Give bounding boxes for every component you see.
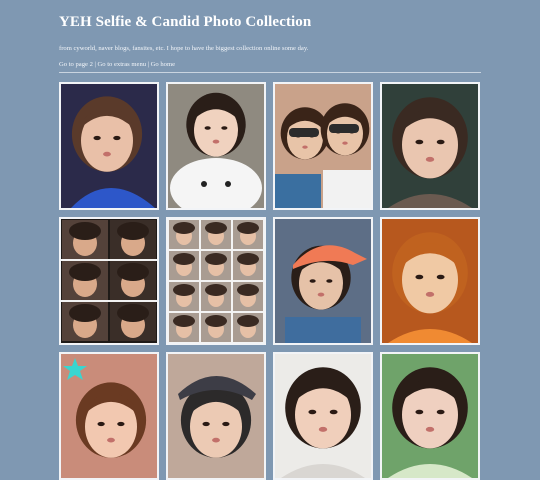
- page-title: YEH Selfie & Candid Photo Collection: [59, 14, 312, 30]
- photo-image: [275, 354, 371, 478]
- photo-5-thumbnail[interactable]: [59, 217, 159, 345]
- photo-image: [382, 219, 478, 343]
- photo-2-thumbnail[interactable]: [166, 82, 266, 210]
- page-header: YEH Selfie & Candid Photo Collection fro…: [59, 14, 484, 68]
- photo-1-thumbnail[interactable]: [59, 82, 159, 210]
- photo-7-thumbnail[interactable]: [273, 217, 373, 345]
- go-home-link[interactable]: Go home: [151, 61, 175, 68]
- photo-4-thumbnail[interactable]: [380, 82, 480, 210]
- header-divider: [59, 72, 481, 73]
- photo-image: [61, 219, 157, 343]
- photo-image: [382, 354, 478, 478]
- go-to-page-2-link[interactable]: Go to page 2: [59, 61, 93, 68]
- photo-9-thumbnail[interactable]: [59, 352, 159, 480]
- photo-image: [168, 84, 264, 208]
- top-nav: Go to page 2 | Go to extras menu | Go ho…: [59, 61, 484, 68]
- photo-11-thumbnail[interactable]: [273, 352, 373, 480]
- go-to-extras-menu-link[interactable]: Go to extras menu: [98, 61, 147, 68]
- photo-image: [61, 354, 157, 478]
- photo-3-thumbnail[interactable]: [273, 82, 373, 210]
- photo-12-thumbnail[interactable]: [380, 352, 480, 480]
- photo-8-thumbnail[interactable]: [380, 217, 480, 345]
- photo-image: [168, 219, 264, 343]
- photo-image: [275, 219, 371, 343]
- photo-image: [61, 84, 157, 208]
- photo-image: [168, 354, 264, 478]
- photo-image: [275, 84, 371, 208]
- photo-6-thumbnail[interactable]: [166, 217, 266, 345]
- page-subtitle: from cyworld, naver blogs, fansites, etc…: [59, 45, 309, 52]
- photo-10-thumbnail[interactable]: [166, 352, 266, 480]
- photo-image: [382, 84, 478, 208]
